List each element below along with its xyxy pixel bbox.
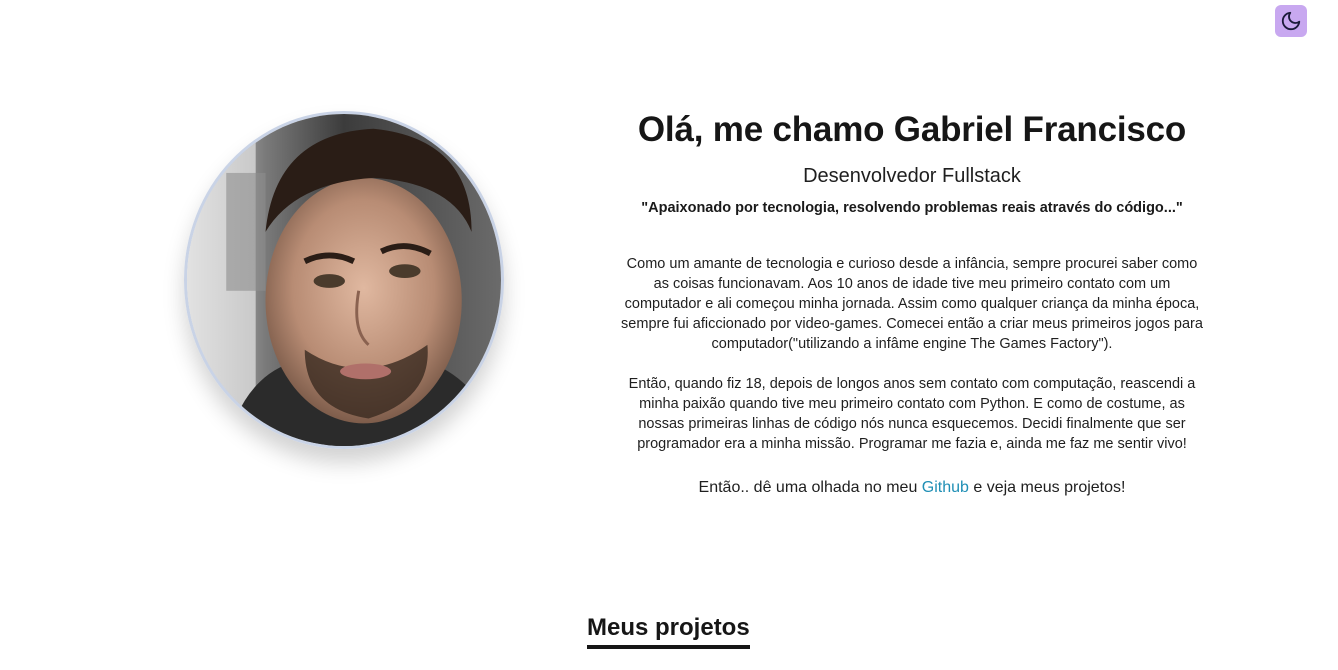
github-link[interactable]: Github (922, 479, 969, 496)
cta-text-before: Então.. dê uma olhada no meu (698, 479, 922, 496)
page-title: Olá, me chamo Gabriel Francisco (637, 110, 1187, 149)
projects-heading: Meus projetos (587, 613, 750, 649)
profile-avatar (184, 111, 504, 449)
tagline-quote: "Apaixonado por tecnologia, resolvendo p… (641, 200, 1183, 216)
role-subtitle: Desenvolvedor Fullstack (803, 165, 1021, 187)
github-cta: Então.. dê uma olhada no meu Github e ve… (612, 477, 1212, 499)
cta-text-after: e veja meus projetos! (968, 479, 1126, 496)
bio-paragraph-2: Então, quando fiz 18, depois de longos a… (628, 376, 1196, 452)
moon-icon (1281, 11, 1301, 31)
theme-toggle-button[interactable] (1275, 5, 1307, 37)
intro-section: Olá, me chamo Gabriel Francisco Desenvol… (612, 108, 1212, 499)
bio-paragraph-1: Como um amante de tecnologia e curioso d… (621, 256, 1203, 352)
profile-photo (187, 114, 501, 446)
